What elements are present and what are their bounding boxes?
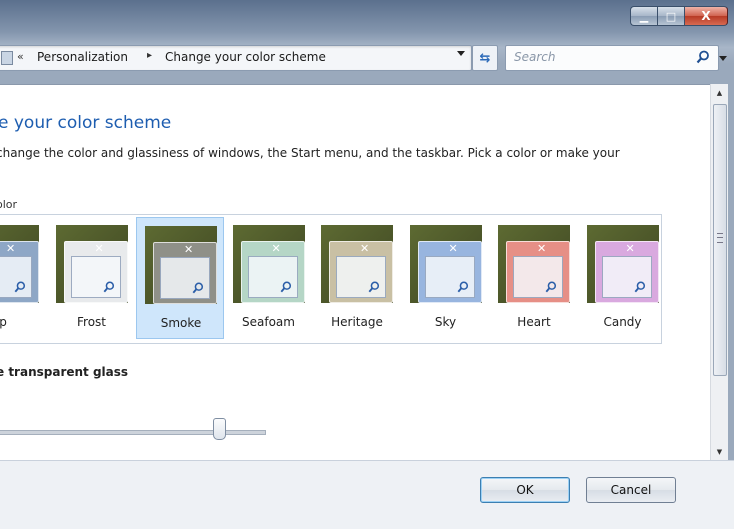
swatch-preview-image: ✕ <box>232 225 305 303</box>
close-icon: ✕ <box>537 242 547 255</box>
refresh-button[interactable]: ⇆ <box>472 45 498 71</box>
close-icon: ✕ <box>448 242 458 255</box>
close-icon: ✕ <box>271 242 281 255</box>
search-icon <box>457 281 468 293</box>
swatch-preview-image: ✕ <box>409 225 482 303</box>
breadcrumb-overflow-chevron[interactable]: « <box>17 50 24 63</box>
search-icon <box>280 281 291 293</box>
swatch-preview-image: ✕ <box>321 225 393 303</box>
close-icon: ✕ <box>360 242 370 255</box>
swatch-label: Heart <box>517 315 551 329</box>
color-section-label: olor <box>0 198 18 211</box>
breadcrumb-separator[interactable]: ▸ <box>147 50 152 61</box>
address-bar[interactable]: « Personalization ▸ Change your color sc… <box>0 45 472 71</box>
color-swatch[interactable]: ✕ Heart <box>490 217 578 339</box>
close-icon: ✕ <box>184 243 194 256</box>
search-icon <box>545 281 557 293</box>
search-input[interactable]: Search <box>514 50 556 64</box>
color-swatch[interactable]: ✕ Frost <box>48 217 136 339</box>
swatch-label: Sky <box>434 315 457 329</box>
scroll-thumb[interactable] <box>713 104 727 376</box>
maximize-button[interactable]: □ <box>657 6 684 26</box>
search-icon <box>192 282 204 294</box>
swatch-preview-image: ✕ <box>586 225 659 303</box>
color-swatch[interactable]: ✕ Heritage <box>313 217 401 339</box>
swatch-label: Candy <box>603 315 642 329</box>
maximize-icon: □ <box>665 9 677 23</box>
color-swatch[interactable]: ✕ Seafoam <box>225 217 313 339</box>
swatch-preview-image: ✕ <box>498 225 570 303</box>
search-icon <box>103 281 114 293</box>
color-intensity-slider-track[interactable] <box>0 430 266 435</box>
swatch-label: Smoke <box>160 316 202 330</box>
ok-button[interactable]: OK <box>480 477 570 503</box>
scroll-up-icon[interactable]: ▲ <box>711 84 728 101</box>
color-swatch[interactable]: ✕ p <box>0 217 47 339</box>
refresh-icon: ⇆ <box>479 50 491 66</box>
title-bar: ▁ □ X <box>0 0 734 38</box>
search-box[interactable]: Search <box>505 45 719 71</box>
search-icon <box>14 281 26 293</box>
close-icon: X <box>701 9 711 23</box>
search-options-dropdown-icon[interactable] <box>719 56 727 61</box>
enable-transparency-checkbox-label[interactable]: e transparent glass <box>0 365 128 379</box>
breadcrumb-personalization[interactable]: Personalization <box>37 50 128 64</box>
page-description: change the color and glassiness of windo… <box>0 146 620 160</box>
swatch-preview-image: ✕ <box>145 226 217 304</box>
search-icon[interactable] <box>696 50 710 64</box>
address-dropdown-icon[interactable] <box>457 51 465 56</box>
control-panel-icon <box>1 51 13 65</box>
minimize-button[interactable]: ▁ <box>630 6 657 26</box>
scroll-down-icon[interactable]: ▼ <box>711 443 728 460</box>
close-icon: ✕ <box>6 242 16 255</box>
page-title: e your color scheme <box>0 113 172 133</box>
caption-buttons: ▁ □ X <box>630 6 728 26</box>
content-pane: e your color scheme change the color and… <box>0 84 710 461</box>
color-swatch-list: ✕ p ✕ Frost ✕ Smoke ✕ Seafoam ✕ Heritage ✕ Sky ✕ Hear… <box>0 214 662 344</box>
swatch-label: Seafoam <box>242 315 295 329</box>
grip-icon <box>717 233 723 243</box>
close-icon: ✕ <box>625 242 635 255</box>
dialog-footer: OK Cancel <box>0 460 734 529</box>
minimize-icon: ▁ <box>639 9 649 23</box>
search-icon <box>368 281 380 293</box>
swatch-label: Frost <box>77 315 106 329</box>
color-swatch[interactable]: ✕ Candy <box>579 217 667 339</box>
close-icon: ✕ <box>94 242 104 255</box>
search-icon <box>634 281 645 293</box>
swatch-preview-image: ✕ <box>0 225 39 303</box>
swatch-label: p <box>0 315 7 329</box>
color-swatch[interactable]: ✕ Sky <box>402 217 490 339</box>
swatch-preview-image: ✕ <box>55 225 128 303</box>
color-intensity-slider-thumb[interactable] <box>213 418 226 440</box>
close-button[interactable]: X <box>684 6 728 26</box>
breadcrumb-change-color-scheme[interactable]: Change your color scheme <box>165 50 326 64</box>
color-swatch[interactable]: ✕ Smoke <box>136 217 224 339</box>
vertical-scrollbar[interactable]: ▲ ▼ <box>710 84 728 460</box>
cancel-button[interactable]: Cancel <box>586 477 676 503</box>
navigation-bar: « Personalization ▸ Change your color sc… <box>0 42 734 74</box>
personalization-window: ▁ □ X « Personalization ▸ Change your co… <box>0 0 734 529</box>
swatch-label: Heritage <box>331 315 383 329</box>
